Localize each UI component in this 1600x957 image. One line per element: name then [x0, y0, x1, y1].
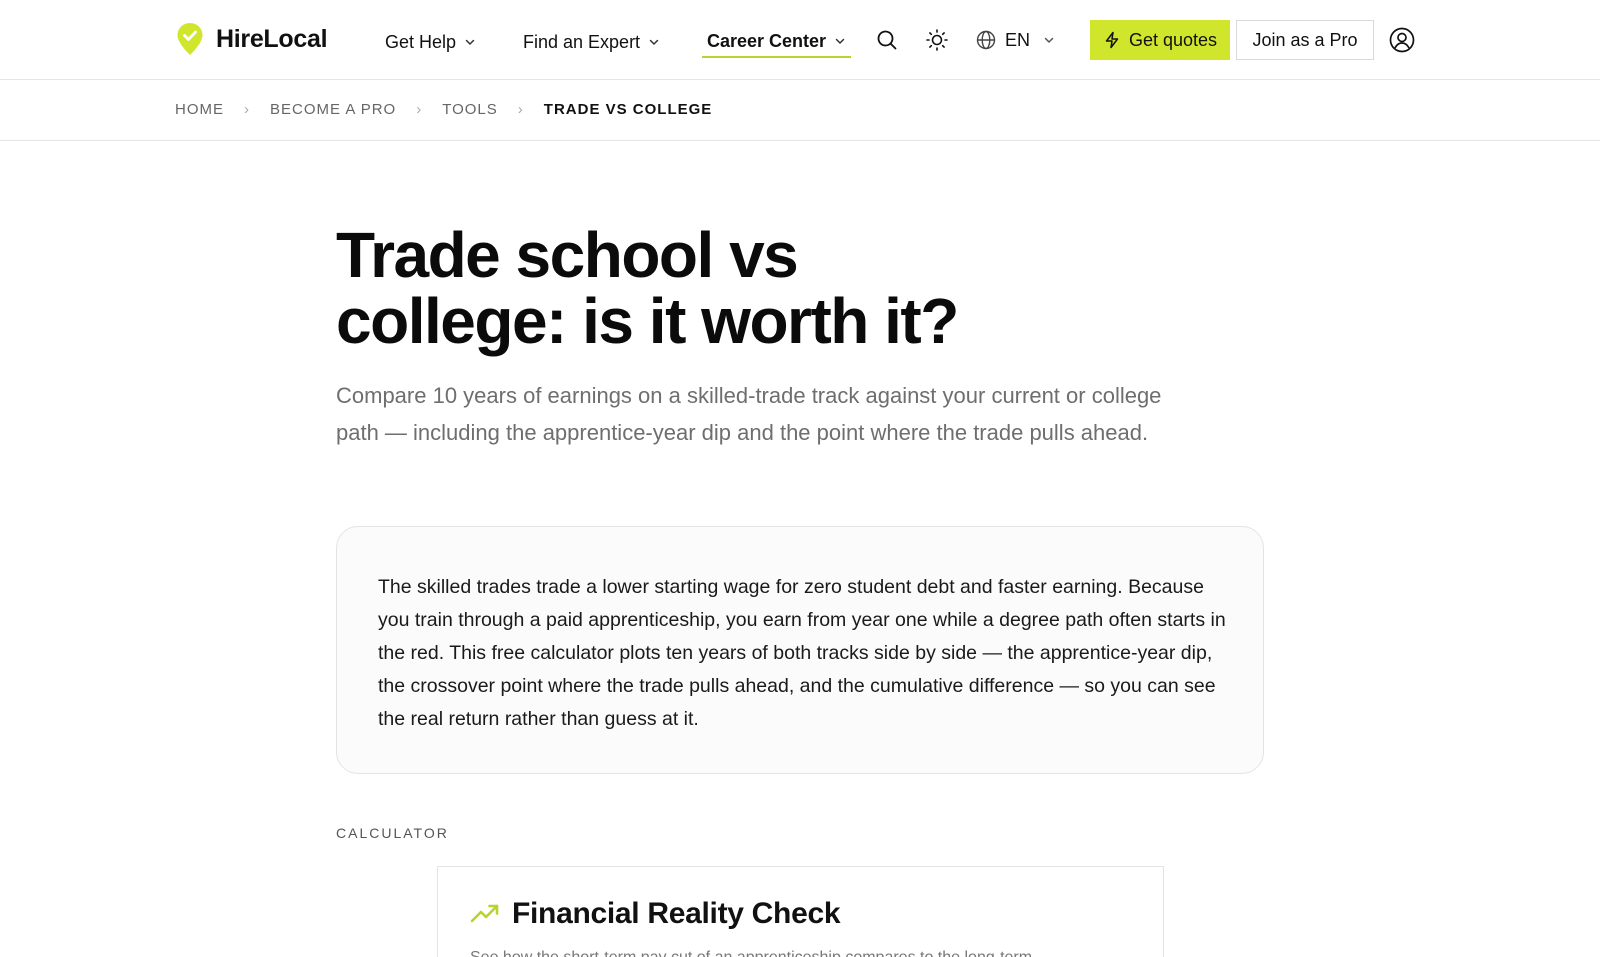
get-quotes-button[interactable]: Get quotes: [1090, 20, 1230, 60]
nav-find-an-expert-label: Find an Expert: [523, 31, 641, 52]
breadcrumb-become-a-pro[interactable]: BECOME A PRO: [270, 101, 396, 118]
chevron-right-icon: ›: [244, 101, 250, 118]
theme-toggle-button[interactable]: [921, 24, 953, 56]
user-account-icon: [1389, 27, 1415, 53]
nav-career-center[interactable]: Career Center: [702, 26, 852, 58]
section-label: CALCULATOR: [336, 825, 449, 841]
intro-text: The skilled trades trade a lower startin…: [378, 576, 1226, 730]
lightning-icon: [1105, 31, 1119, 49]
breadcrumb-bar: HOME › BECOME A PRO › TOOLS › TRADE VS C…: [0, 80, 1600, 141]
search-icon: [877, 30, 897, 50]
breadcrumb-tools[interactable]: TOOLS: [442, 101, 498, 118]
join-as-pro-label: Join as a Pro: [1252, 29, 1358, 50]
chevron-right-icon: ›: [517, 101, 524, 118]
account-button[interactable]: [1386, 24, 1418, 56]
globe-icon: [976, 30, 996, 50]
calculator-card: Financial Reality Check See how the shor…: [437, 866, 1164, 957]
chevron-right-icon: ›: [416, 101, 423, 118]
brand-name: HireLocal: [216, 24, 328, 53]
site-header: HireLocal Get Help Find an Expert Career…: [0, 0, 1600, 80]
breadcrumb: HOME › BECOME A PRO › TOOLS › TRADE VS C…: [175, 101, 712, 118]
get-quotes-label: Get quotes: [1128, 29, 1218, 50]
nav-get-help-label: Get Help: [385, 31, 457, 52]
language-selector[interactable]: EN: [976, 26, 1055, 54]
calculator-header: Financial Reality Check: [470, 897, 841, 931]
calculator-title: Financial Reality Check: [512, 897, 841, 930]
chevron-down-icon: [649, 39, 659, 46]
language-code: EN: [1005, 29, 1031, 50]
chevron-down-icon: [835, 38, 845, 45]
nav-career-center-label: Career Center: [707, 30, 827, 51]
page-title: Trade school vs college: is it worth it?: [336, 222, 1036, 354]
chevron-down-icon: [1044, 37, 1054, 44]
trending-up-icon: [470, 904, 499, 923]
sun-icon: [926, 29, 948, 51]
page-title-line-2: college: is it worth it?: [336, 285, 959, 357]
join-as-pro-button[interactable]: Join as a Pro: [1236, 20, 1374, 60]
breadcrumb-home[interactable]: HOME: [175, 101, 224, 118]
page-subtitle: Compare 10 years of earnings on a skille…: [336, 383, 1162, 445]
nav-find-an-expert[interactable]: Find an Expert: [523, 26, 660, 58]
intro-card: The skilled trades trade a lower startin…: [336, 526, 1264, 774]
chevron-down-icon: [465, 39, 475, 46]
brand-logo[interactable]: HireLocal: [176, 22, 328, 56]
page-title-line-1: Trade school vs: [336, 219, 799, 291]
calculator-description: See how the short-term pay cut of an app…: [470, 949, 1032, 957]
nav-get-help[interactable]: Get Help: [385, 26, 476, 58]
breadcrumb-current: TRADE VS COLLEGE: [543, 101, 713, 118]
location-pin-check-icon: [177, 23, 203, 55]
search-button[interactable]: [871, 24, 903, 56]
